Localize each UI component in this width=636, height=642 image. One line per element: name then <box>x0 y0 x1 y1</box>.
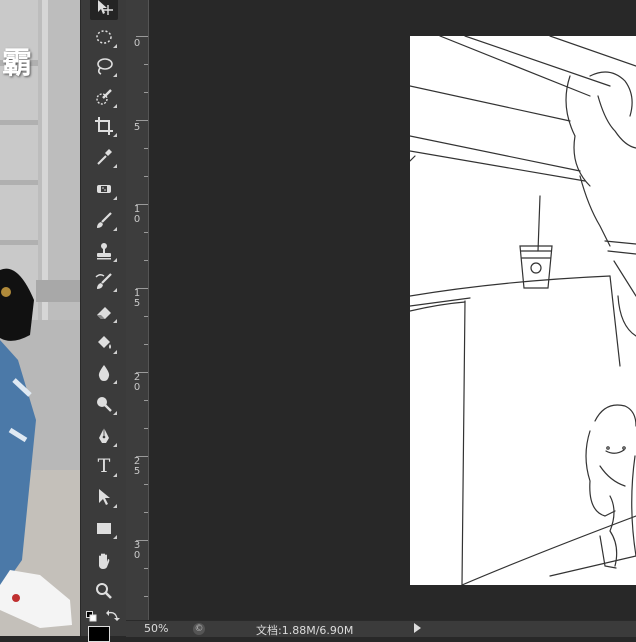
paint-bucket-tool[interactable] <box>90 330 118 356</box>
foreground-color-swatch[interactable] <box>88 626 110 642</box>
eraser-icon <box>97 307 111 319</box>
line-art-drawing <box>410 36 636 585</box>
elliptical-marquee-tool[interactable] <box>90 24 118 50</box>
default-colors-button[interactable] <box>86 608 98 622</box>
document-canvas[interactable] <box>410 36 636 585</box>
ruler-label: 3 0 <box>133 540 141 561</box>
dodge-icon <box>97 397 112 412</box>
vertical-ruler: 0 5 1 0 1 5 2 0 2 5 3 0 <box>126 0 149 620</box>
status-bar: 50% © 文档:1.88M/6.90M <box>126 620 636 637</box>
eyedropper-icon <box>97 149 112 165</box>
zoom-tool[interactable] <box>90 578 118 604</box>
bandage-icon <box>97 185 111 193</box>
pen-tool[interactable] <box>90 423 118 449</box>
rectangle-icon <box>97 523 111 534</box>
blur-drop-icon <box>98 365 110 381</box>
ruler-label: 1 5 <box>133 288 141 309</box>
ruler-label: 0 <box>133 38 141 49</box>
move-icon <box>98 0 113 15</box>
paint-bucket-icon <box>98 336 111 349</box>
path-selection-tool[interactable] <box>90 484 118 510</box>
tools-panel: T <box>80 0 128 636</box>
ruler-label: 2 0 <box>133 372 141 393</box>
type-tool[interactable]: T <box>90 453 118 479</box>
default-colors-icon <box>86 611 97 622</box>
pen-icon <box>99 428 109 443</box>
history-brush-icon <box>95 273 112 289</box>
type-icon: T <box>97 455 111 477</box>
eyedropper-tool[interactable] <box>90 144 118 170</box>
document-info-icon[interactable]: © <box>193 623 205 635</box>
crop-tool[interactable] <box>90 113 118 139</box>
lasso-icon <box>97 58 113 75</box>
source-photo <box>0 0 80 636</box>
status-menu-arrow-icon[interactable] <box>414 623 421 633</box>
ruler-label: 1 0 <box>133 204 141 225</box>
lasso-tool[interactable] <box>90 53 118 79</box>
ellipse-marquee-icon <box>96 30 112 44</box>
move-tool[interactable] <box>90 0 118 20</box>
hand-tool[interactable] <box>90 548 118 574</box>
zoom-level[interactable]: 50% <box>144 622 168 635</box>
crop-icon <box>95 117 113 135</box>
brush-icon <box>97 212 112 228</box>
stamp-icon <box>97 243 111 260</box>
blur-tool[interactable] <box>90 360 118 386</box>
swap-arrow-icon <box>106 610 120 621</box>
ruler-label: 5 <box>133 122 141 133</box>
photo-title-text: 霸 <box>2 46 32 81</box>
spot-healing-tool[interactable] <box>90 176 118 202</box>
eraser-tool[interactable] <box>90 299 118 325</box>
hand-icon <box>99 553 110 569</box>
brush-tool[interactable] <box>90 207 118 233</box>
ruler-label: 2 5 <box>133 456 141 477</box>
quick-selection-icon <box>96 89 112 105</box>
zoom-icon <box>96 583 112 599</box>
source-photo-window: 霸 <box>0 0 80 636</box>
rectangle-tool[interactable] <box>90 515 118 541</box>
swap-colors-button[interactable] <box>106 607 120 621</box>
quick-selection-tool[interactable] <box>90 84 118 110</box>
dodge-tool[interactable] <box>90 391 118 417</box>
history-brush-tool[interactable] <box>90 268 118 294</box>
arrow-cursor-icon <box>99 489 110 505</box>
clone-stamp-tool[interactable] <box>90 238 118 264</box>
